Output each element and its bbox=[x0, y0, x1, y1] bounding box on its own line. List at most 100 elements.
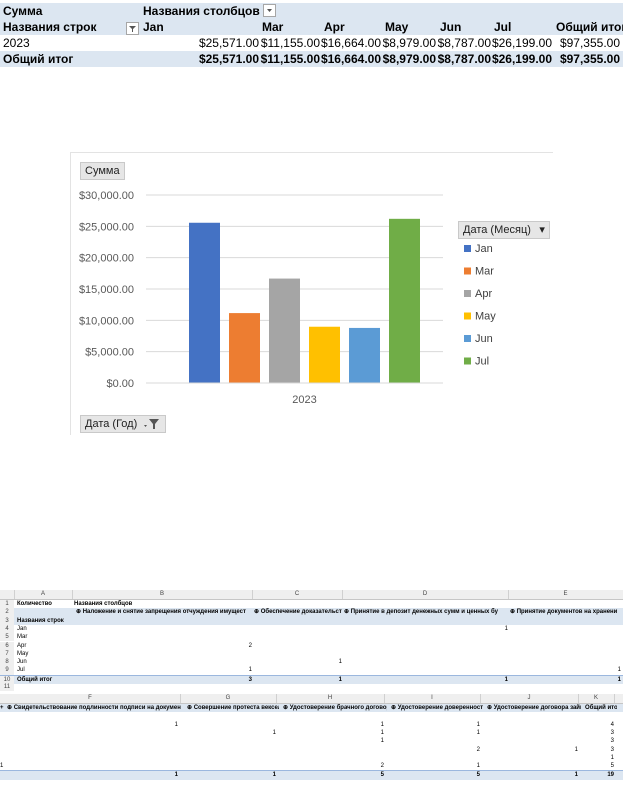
value-cell[interactable]: 1 bbox=[276, 729, 384, 737]
month-row-label[interactable]: Jan bbox=[17, 625, 72, 633]
value-cell[interactable]: 3 bbox=[578, 746, 614, 754]
bar-mar[interactable] bbox=[229, 313, 260, 383]
row-number[interactable]: 5 bbox=[0, 633, 14, 642]
grand-apr: $16,664.00 bbox=[320, 52, 381, 66]
row-number[interactable]: 9 bbox=[0, 666, 14, 675]
value-cell[interactable]: 1 bbox=[0, 762, 12, 770]
col-header-k[interactable]: K bbox=[578, 694, 615, 703]
b1-columns-label[interactable]: Названия столбцов bbox=[74, 600, 254, 608]
y-tick-label: $20,000.00 bbox=[79, 253, 134, 265]
legend-label-jan: Jan bbox=[475, 243, 493, 255]
month-row-label[interactable]: May bbox=[17, 650, 72, 658]
col-header-j[interactable]: J bbox=[480, 694, 579, 703]
value-cell[interactable]: 2 bbox=[276, 762, 384, 770]
row-number[interactable]: 11 bbox=[0, 683, 14, 692]
left-marker[interactable]: + bbox=[0, 704, 6, 712]
col-header-i[interactable]: I bbox=[384, 694, 481, 703]
y-tick-label: $30,000.00 bbox=[79, 190, 134, 202]
total-cell[interactable]: 1 bbox=[480, 771, 578, 779]
row-number[interactable]: 7 bbox=[0, 649, 14, 659]
value-cell[interactable]: 1 bbox=[384, 721, 480, 729]
total-cell[interactable]: 1 bbox=[180, 771, 276, 779]
pivot-col-header[interactable]: ⊕ Удостоверение доверенност bbox=[391, 704, 483, 712]
year-filter-button[interactable]: Дата (Год) bbox=[80, 415, 167, 435]
value-cell[interactable]: 1 bbox=[480, 746, 578, 754]
bar-apr[interactable] bbox=[269, 278, 300, 383]
grand-total-value: $97,355.00 bbox=[559, 52, 620, 66]
col-header-h[interactable]: H bbox=[276, 694, 385, 703]
value-cell[interactable]: 1 bbox=[276, 721, 384, 729]
row-number[interactable]: 3 bbox=[0, 616, 14, 625]
pivot-columns-header[interactable]: Названия столбцов bbox=[140, 3, 623, 19]
row-number[interactable]: 1 bbox=[0, 600, 14, 609]
pivot-col-header[interactable]: ⊕ Свидетельствование подлинности подписи… bbox=[7, 704, 181, 712]
month-row-label[interactable]: Jul bbox=[17, 666, 72, 674]
value-cell[interactable]: 1 bbox=[276, 737, 384, 745]
pivot-col-header[interactable]: ⊕ Принятие в депозит денежных сумм и цен… bbox=[344, 608, 508, 616]
value-cell[interactable]: 1 bbox=[384, 762, 480, 770]
row-number[interactable]: 4 bbox=[0, 624, 14, 634]
col-header-a[interactable]: A bbox=[14, 590, 73, 599]
value-cell[interactable]: 2 bbox=[384, 746, 480, 754]
total-cell[interactable]: 5 bbox=[384, 771, 480, 779]
value-cell[interactable]: 1 bbox=[384, 729, 480, 737]
value-cell[interactable]: 1 bbox=[0, 721, 178, 729]
col-header-f[interactable]: F bbox=[0, 694, 181, 703]
pivot-rows-header[interactable]: Названия строк bbox=[0, 19, 143, 35]
grid-row: 4 Jan 1 bbox=[0, 624, 623, 634]
row-filter-icon[interactable] bbox=[126, 22, 139, 35]
y-tick-label: $0.00 bbox=[106, 378, 134, 390]
pivot-col-header[interactable]: ⊕ Удостоверение договора займ bbox=[487, 704, 581, 712]
cell-mar: $11,155.00 bbox=[260, 36, 320, 50]
grid-row: 13 bbox=[0, 737, 623, 745]
value-cell[interactable]: 3 bbox=[578, 729, 614, 737]
value-cell[interactable]: 5 bbox=[578, 762, 614, 770]
value-cell[interactable]: 2 bbox=[72, 642, 252, 650]
pivot-col-header[interactable]: ⊕ Наложение и снятие запрещения отчужден… bbox=[76, 608, 252, 616]
y-tick-label: $15,000.00 bbox=[79, 284, 134, 296]
column-filter-dropdown-icon[interactable] bbox=[262, 4, 276, 18]
y-tick-label: $25,000.00 bbox=[79, 221, 134, 233]
row-number[interactable]: 6 bbox=[0, 641, 14, 650]
pivot-col-header[interactable]: ⊕ Обеспечение доказательст bbox=[254, 608, 342, 616]
total-cell[interactable]: 1 bbox=[0, 771, 178, 779]
month-row-label[interactable]: Jun bbox=[17, 658, 72, 666]
legend-field-button[interactable]: Дата (Месяц) ▾ bbox=[458, 221, 550, 239]
row-label-header[interactable]: Названия строк bbox=[17, 617, 72, 625]
value-cell[interactable]: 4 bbox=[578, 721, 614, 729]
row-number[interactable]: 8 bbox=[0, 658, 14, 667]
value-cell[interactable]: 1 bbox=[342, 625, 508, 633]
value-cell[interactable]: 1 bbox=[180, 729, 276, 737]
value-cell[interactable]: 1 bbox=[252, 658, 342, 666]
value-cell[interactable]: 3 bbox=[578, 737, 614, 745]
bar-jan[interactable] bbox=[189, 222, 220, 383]
value-cell[interactable]: 1 bbox=[578, 754, 614, 762]
value-cell[interactable]: 1 bbox=[72, 666, 252, 674]
col-header-c[interactable]: C bbox=[252, 590, 343, 599]
month-header-may: May bbox=[385, 20, 409, 34]
pivot-chart[interactable]: Сумма $0.00 $5,000.00 $10,000.00 $15,000.00… bbox=[70, 152, 553, 435]
pivot-col-header[interactable]: ⊕ Совершение протеста векселе bbox=[187, 704, 279, 712]
month-row-label[interactable]: Mar bbox=[17, 633, 72, 641]
total-cell[interactable]: 19 bbox=[578, 771, 614, 779]
pivot-col-header[interactable]: Общий итог bbox=[585, 704, 617, 712]
col-header-g[interactable]: G bbox=[180, 694, 277, 703]
pivot-col-header[interactable]: ⊕ Удостоверение брачного договор bbox=[283, 704, 387, 712]
bar-may[interactable] bbox=[309, 326, 340, 383]
row-number[interactable]: 2 bbox=[0, 608, 14, 617]
legend-swatch-jan bbox=[464, 245, 471, 252]
total-cell[interactable]: 5 bbox=[276, 771, 384, 779]
filter-funnel-icon bbox=[143, 418, 161, 435]
col-header-b[interactable]: B bbox=[72, 590, 253, 599]
grid-row: 1113 bbox=[0, 729, 623, 737]
a1-count-label[interactable]: Количество bbox=[17, 600, 72, 608]
pivot-col-header[interactable]: ⊕ Принятие документов на хранени bbox=[510, 608, 623, 616]
col-header-d[interactable]: D bbox=[342, 590, 509, 599]
bar-jun[interactable] bbox=[349, 327, 380, 383]
value-cell[interactable]: 1 bbox=[508, 666, 621, 674]
legend-label-jun: Jun bbox=[475, 333, 493, 345]
col-header-e[interactable]: E bbox=[508, 590, 623, 599]
month-row-label[interactable]: Apr bbox=[17, 642, 72, 650]
bar-jul[interactable] bbox=[389, 218, 420, 383]
pivot-month-header-band bbox=[140, 19, 623, 35]
